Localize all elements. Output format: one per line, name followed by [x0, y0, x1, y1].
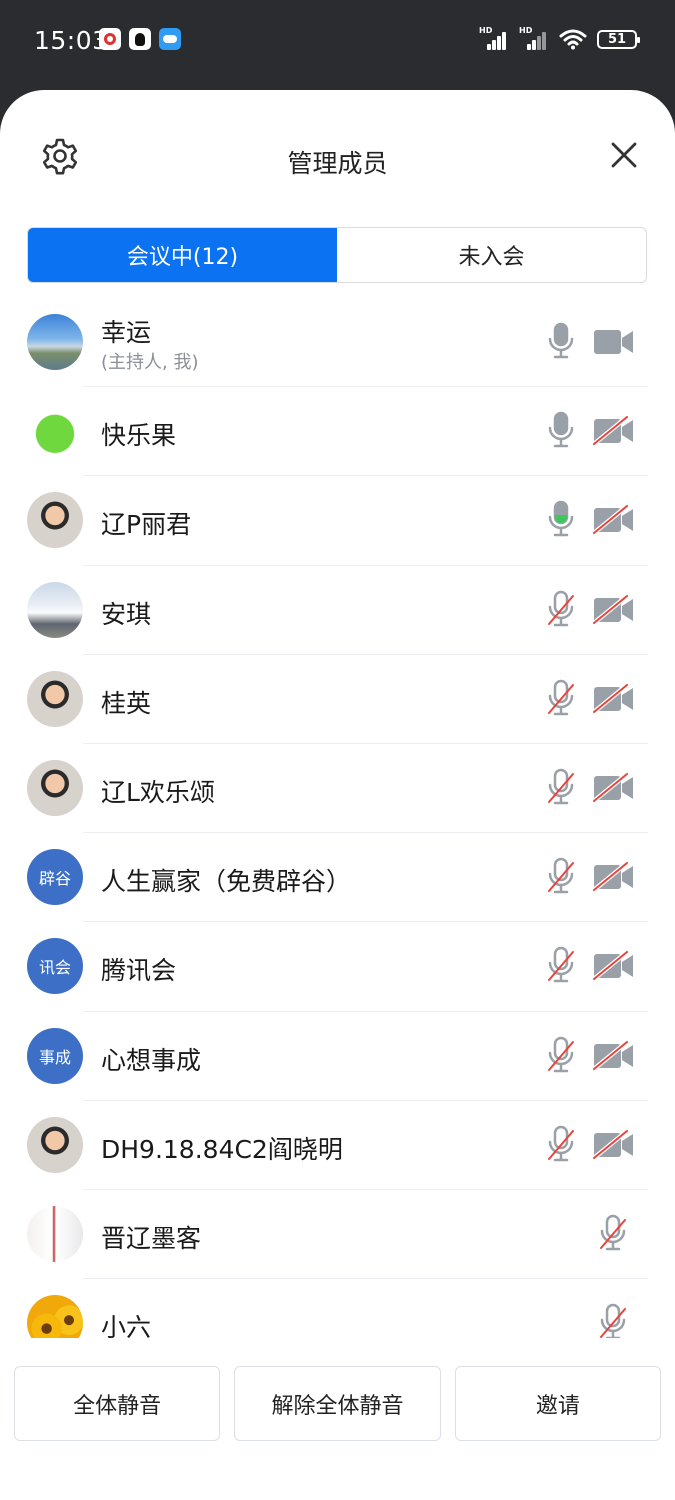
member-row[interactable]: 快乐果 [0, 387, 675, 477]
member-row[interactable]: 晋辽墨客 [0, 1190, 675, 1280]
member-row[interactable]: 安琪 [0, 566, 675, 655]
member-name: 腾讯会 [101, 956, 177, 986]
tab-in-meeting[interactable]: 会议中(12) [28, 228, 337, 282]
mic-muted-icon[interactable] [547, 1125, 575, 1163]
member-row[interactable]: DH9.18.84C2阎晓明 [0, 1101, 675, 1190]
avatar [27, 314, 83, 370]
avatar: 事成 [27, 1027, 83, 1084]
avatar [27, 1205, 83, 1262]
avatar [27, 581, 83, 638]
member-row[interactable]: 辟谷 人生赢家（免费辟谷） [0, 833, 675, 923]
camera-off-icon[interactable] [592, 683, 635, 714]
member-name: 桂英 [101, 688, 152, 718]
page-title: 管理成员 [287, 149, 388, 178]
mic-muted-icon[interactable] [547, 857, 575, 895]
battery-level: 51 [607, 31, 627, 47]
member-name: 小六 [101, 1313, 152, 1338]
mic-muted-icon[interactable] [547, 1036, 575, 1074]
mic-muted-icon[interactable] [547, 768, 575, 806]
unmute-all-button[interactable]: 解除全体静音 [234, 1366, 441, 1441]
app-notification-icon [99, 28, 121, 50]
camera-off-icon[interactable] [592, 861, 635, 892]
mic-muted-icon[interactable] [599, 1303, 627, 1338]
status-bar: 15:03 HD HD 51 [0, 0, 675, 90]
status-time: 15:03 [34, 26, 109, 55]
cloud-icon [159, 28, 181, 50]
mic-icon[interactable] [547, 322, 575, 360]
avatar: 辟谷 [27, 849, 83, 906]
camera-icon[interactable] [593, 327, 635, 357]
member-name: 辽P丽君 [101, 510, 192, 540]
avatar [27, 1116, 83, 1173]
avatar [27, 403, 83, 460]
battery-indicator: 51 [597, 29, 640, 49]
avatar [27, 759, 83, 816]
member-name: 心想事成 [101, 1045, 202, 1075]
member-list[interactable]: 幸运 (主持人, 我) 快乐果 辽P丽君 安琪 桂英 辽L欢乐颂 辟谷 人生赢家（免费辟谷） 讯会… [0, 298, 675, 1338]
camera-off-icon[interactable] [592, 504, 635, 536]
member-name: 幸运 [101, 318, 152, 347]
member-name: DH9.18.84C2阎晓明 [101, 1134, 343, 1164]
wifi-icon [559, 29, 587, 50]
member-row[interactable]: 幸运 (主持人, 我) [0, 298, 675, 388]
member-row[interactable]: 小六 [0, 1279, 675, 1338]
hd-label: HD [479, 26, 493, 35]
avatar [27, 670, 83, 727]
member-tabs: 会议中(12) 未入会 [27, 227, 647, 283]
member-name: 人生赢家（免费辟谷） [101, 867, 352, 897]
mute-all-button[interactable]: 全体静音 [14, 1366, 221, 1441]
camera-off-icon[interactable] [592, 950, 635, 982]
mic-muted-icon[interactable] [547, 946, 575, 984]
mic-muted-icon[interactable] [599, 1214, 627, 1252]
close-icon[interactable] [609, 140, 639, 170]
member-row[interactable]: 讯会 腾讯会 [0, 922, 675, 1012]
camera-off-icon[interactable] [592, 1128, 635, 1160]
qq-icon [129, 28, 151, 50]
camera-off-icon[interactable] [592, 1039, 635, 1071]
mic-muted-icon[interactable] [547, 590, 575, 628]
mic-icon[interactable] [547, 411, 575, 449]
avatar: 讯会 [27, 938, 83, 995]
signal-icon-2: HD [519, 26, 549, 50]
camera-off-icon[interactable] [592, 772, 635, 803]
invite-button[interactable]: 邀请 [454, 1366, 661, 1441]
mic-icon[interactable] [547, 500, 575, 538]
member-name: 辽L欢乐颂 [101, 777, 215, 807]
sheet-header: 管理成员 [0, 90, 675, 230]
member-name: 快乐果 [101, 421, 177, 451]
avatar [27, 492, 83, 549]
avatar [27, 1295, 83, 1338]
member-row[interactable]: 桂英 [0, 655, 675, 744]
member-name: 晋辽墨客 [101, 1223, 202, 1253]
camera-off-icon[interactable] [592, 593, 635, 625]
system-icons: HD HD 51 [479, 26, 640, 50]
member-row[interactable]: 辽P丽君 [0, 476, 675, 566]
tab-not-joined[interactable]: 未入会 [337, 228, 646, 282]
mic-muted-icon[interactable] [547, 679, 575, 717]
camera-off-icon[interactable] [592, 415, 635, 446]
member-row[interactable]: 事成 心想事成 [0, 1012, 675, 1101]
hd-label-2: HD [519, 26, 533, 35]
manage-members-sheet: 管理成员 会议中(12) 未入会 幸运 (主持人, 我) 快乐果辽P丽君安琪桂英辽L… [0, 90, 675, 1500]
signal-icon: HD [479, 26, 509, 50]
member-row[interactable]: 辽L欢乐颂 [0, 744, 675, 834]
member-name: 安琪 [101, 599, 152, 629]
action-bar: 全体静音 解除全体静音 邀请 [0, 1366, 675, 1441]
notification-icons [99, 28, 181, 50]
member-role: (主持人, 我) [101, 352, 199, 373]
